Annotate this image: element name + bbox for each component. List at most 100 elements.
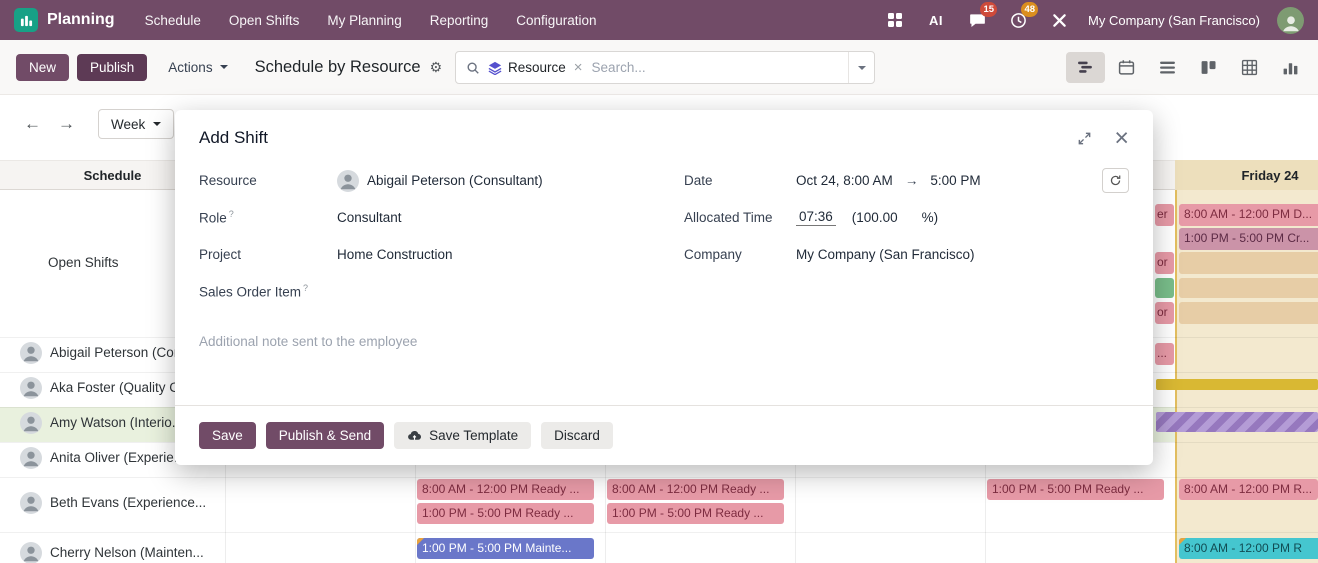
date-label: Date [684, 173, 796, 188]
allocated-time-input[interactable]: 07:36 [796, 209, 836, 226]
control-panel: New Publish Actions Schedule by Resource… [0, 40, 1318, 95]
company-field[interactable]: My Company (San Francisco) [796, 247, 1129, 262]
user-avatar[interactable] [1277, 7, 1304, 34]
search-facet-groupby[interactable]: Resource × [488, 60, 583, 75]
shift-cell[interactable]: 8:00 AM - 12:00 PM D... [1179, 204, 1318, 226]
search-icon [466, 61, 480, 75]
shift-bar-yellow[interactable] [1156, 379, 1318, 390]
publish-send-button[interactable]: Publish & Send [266, 422, 384, 449]
allocated-time-label: Allocated Time [684, 210, 796, 225]
ai-icon[interactable]: AI [924, 8, 948, 32]
shift-cell[interactable]: 8:00 AM - 12:00 PM Ready ... [417, 479, 594, 500]
shift-cell[interactable]: 1:00 PM - 5:00 PM Mainte... [417, 538, 594, 559]
company-switcher[interactable]: My Company (San Francisco) [1088, 13, 1260, 28]
activities-badge: 48 [1021, 2, 1038, 17]
save-button[interactable]: Save [199, 422, 256, 449]
view-kanban-button[interactable] [1189, 52, 1228, 83]
range-selector-button[interactable]: Week [98, 109, 174, 139]
shift-bar-striped[interactable] [1156, 412, 1318, 432]
shift-cell[interactable]: 1:00 PM - 5:00 PM Ready ... [607, 503, 784, 524]
project-row: Project Home Construction [199, 236, 644, 273]
view-graph-button[interactable] [1271, 52, 1310, 83]
menu-schedule[interactable]: Schedule [145, 13, 201, 28]
resource-avatar [20, 412, 42, 434]
app-logo-icon [14, 8, 38, 32]
resource-field[interactable]: Abigail Peterson (Consultant) [337, 170, 644, 192]
view-pivot-button[interactable] [1230, 52, 1269, 83]
resource-row-label[interactable]: Amy Watson (Interio... [50, 415, 183, 430]
gear-icon[interactable]: ⚙ [430, 59, 443, 76]
search-bar[interactable]: Resource × Search... [455, 51, 875, 84]
role-label: Role? [199, 209, 337, 226]
view-calendar-button[interactable] [1107, 52, 1146, 83]
shift-cell-fragment[interactable] [1155, 278, 1174, 298]
shift-cell[interactable]: 8:00 AM - 12:00 PM R [1179, 538, 1318, 559]
menu-configuration[interactable]: Configuration [516, 13, 596, 28]
date-start-input[interactable]: Oct 24, 8:00 AM [796, 173, 893, 188]
breadcrumb: Schedule by Resource ⚙ [255, 58, 443, 77]
note-input[interactable]: Additional note sent to the employee [199, 334, 1129, 349]
shift-cell[interactable]: 1:00 PM - 5:00 PM Ready ... [417, 503, 594, 524]
close-icon[interactable]: × [1114, 129, 1129, 147]
arrow-right-icon: → [905, 173, 919, 188]
publish-button[interactable]: Publish [77, 54, 147, 81]
view-list-button[interactable] [1148, 52, 1187, 83]
previous-week-button[interactable]: ← [24, 114, 41, 134]
chevron-down-icon [153, 122, 161, 130]
shift-cell-fragment[interactable]: or [1155, 302, 1174, 324]
shift-cell-fragment[interactable]: or [1155, 252, 1174, 274]
activities-icon[interactable]: 48 [1006, 8, 1030, 32]
open-shifts-row-label[interactable]: Open Shifts [48, 255, 119, 270]
allocated-time-field: 07:36 (100.00 %) [796, 209, 1129, 226]
app-switcher[interactable]: Planning [14, 8, 115, 32]
top-navbar: Planning Schedule Open Shifts My Plannin… [0, 0, 1318, 40]
shift-cell-open[interactable] [1179, 278, 1318, 298]
menu-reporting[interactable]: Reporting [430, 13, 489, 28]
resource-row-label[interactable]: Beth Evans (Experience... [50, 495, 206, 510]
messages-icon[interactable]: 15 [965, 8, 989, 32]
resource-avatar [20, 342, 42, 364]
project-field[interactable]: Home Construction [337, 247, 644, 262]
search-dropdown-toggle[interactable] [848, 52, 874, 83]
save-template-button[interactable]: Save Template [394, 422, 531, 449]
app-name[interactable]: Planning [47, 11, 115, 29]
facet-remove-icon[interactable]: × [574, 60, 583, 75]
date-field: Oct 24, 8:00 AM → 5:00 PM [796, 168, 1129, 193]
discard-button[interactable]: Discard [541, 422, 613, 449]
resource-row-label[interactable]: Cherry Nelson (Mainten... [50, 545, 204, 560]
dialog-header: Add Shift × [175, 110, 1153, 152]
new-button[interactable]: New [16, 54, 69, 81]
shift-cell-open[interactable] [1179, 252, 1318, 274]
dialog-body: Resource Abigail Peterson (Consultant) D… [175, 152, 1153, 405]
sales-order-item-row: Sales Order Item? [199, 273, 644, 310]
date-end-input[interactable]: 5:00 PM [930, 173, 980, 188]
shift-cell[interactable]: 8:00 AM - 12:00 PM R... [1179, 479, 1318, 500]
shift-cell[interactable]: 8:00 AM - 12:00 PM Ready ... [607, 479, 784, 500]
resource-row-label[interactable]: Anita Oliver (Experie... [50, 450, 185, 465]
expand-icon[interactable] [1077, 131, 1092, 146]
shift-cell-fragment[interactable]: er [1155, 204, 1174, 226]
messages-badge: 15 [980, 2, 997, 17]
tools-icon[interactable] [1047, 8, 1071, 32]
shift-cell[interactable]: 1:00 PM - 5:00 PM Cr... [1179, 228, 1318, 250]
next-week-button[interactable]: → [58, 114, 75, 134]
shift-cell-fragment[interactable]: ... [1155, 343, 1174, 365]
menu-my-planning[interactable]: My Planning [327, 13, 401, 28]
actions-button[interactable]: Actions [155, 54, 240, 81]
allocated-percent-close: %) [922, 210, 939, 225]
role-field[interactable]: Consultant [337, 210, 644, 225]
sales-order-item-label: Sales Order Item? [199, 283, 337, 300]
menu-open-shifts[interactable]: Open Shifts [229, 13, 300, 28]
shift-cell-open[interactable] [1179, 302, 1318, 324]
recompute-button[interactable] [1102, 168, 1129, 193]
company-label: Company [684, 247, 796, 262]
view-gantt-button[interactable] [1066, 52, 1105, 83]
search-input[interactable]: Search... [592, 60, 848, 75]
range-label: Week [111, 117, 145, 132]
resource-row: Resource Abigail Peterson (Consultant) [199, 162, 644, 199]
row-divider [0, 532, 1318, 533]
apps-grid-icon[interactable] [883, 8, 907, 32]
resource-row-label[interactable]: Aka Foster (Quality C... [50, 380, 190, 395]
help-icon: ? [229, 209, 234, 219]
shift-cell[interactable]: 1:00 PM - 5:00 PM Ready ... [987, 479, 1164, 500]
